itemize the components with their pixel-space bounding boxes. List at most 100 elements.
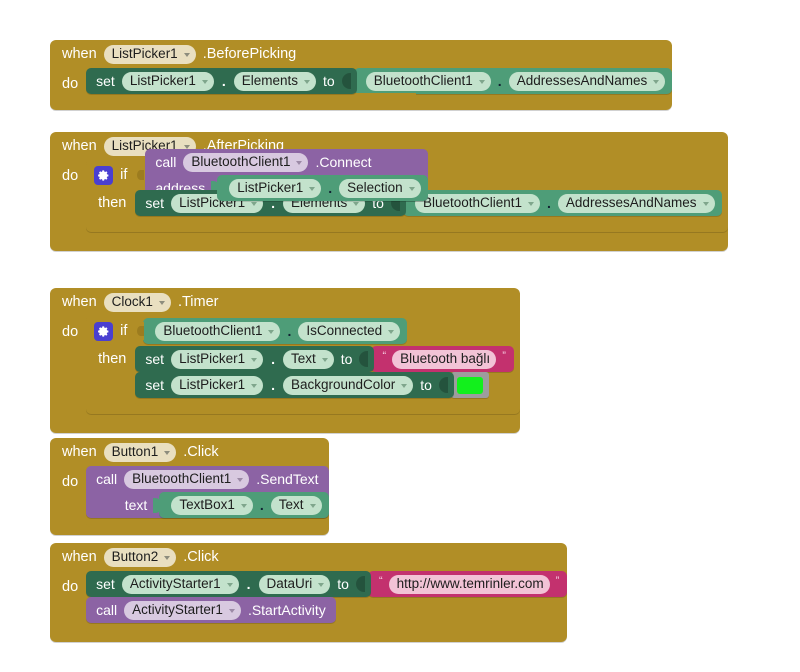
chevron-down-icon — [201, 79, 208, 84]
property-dropdown[interactable]: Elements — [233, 71, 317, 91]
when-keyword: when — [62, 548, 97, 565]
component-name: Button1 — [111, 444, 159, 460]
chevron-down-icon — [408, 186, 415, 191]
component-name: BluetoothClient1 — [373, 73, 473, 89]
chevron-down-icon — [318, 582, 325, 587]
event-name: .Timer — [177, 294, 219, 310]
do-keyword: do — [62, 76, 79, 92]
property-dropdown[interactable]: BackgroundColor — [282, 375, 414, 395]
property-dropdown[interactable]: AddressesAndNames — [557, 193, 715, 213]
component-dropdown[interactable]: Clock1 — [103, 292, 171, 312]
event-block[interactable]: when Clock1 .Timer do if BluetoothClient… — [50, 288, 520, 433]
chevron-down-icon — [478, 79, 485, 84]
property-dropdown[interactable]: Selection — [339, 178, 421, 198]
component-dropdown[interactable]: ListPicker1 — [121, 71, 214, 91]
component-dropdown[interactable]: Button2 — [103, 547, 177, 567]
do-keyword: do — [62, 168, 79, 184]
getter-block[interactable]: BluetoothClient1 . IsConnected — [143, 318, 408, 344]
component-dropdown[interactable]: TextBox1 — [171, 495, 253, 515]
block-listpicker1-afterpicking[interactable]: when ListPicker1 .AfterPicking do if cal… — [50, 132, 728, 251]
property-dropdown[interactable]: Text — [282, 349, 334, 369]
event-block[interactable]: when ListPicker1 .AfterPicking do if cal… — [50, 132, 728, 251]
getter-block[interactable]: ListPicker1 . Selection — [217, 175, 428, 201]
event-body: do if — [50, 316, 520, 433]
statement-stack: if call BluetoothClient1 .Connect addres… — [86, 149, 728, 243]
string-value-field[interactable]: Bluetooth bağlı — [392, 349, 497, 369]
if-keyword: if — [120, 167, 128, 183]
property-name: Text — [290, 351, 316, 367]
component-dropdown[interactable]: ActivityStarter1 — [124, 600, 241, 620]
to-keyword: to — [323, 73, 335, 89]
statement-stack-foot — [86, 413, 282, 425]
property-name: DataUri — [266, 576, 313, 592]
getter-block[interactable]: TextBox1 . Text — [159, 492, 329, 518]
string-value-field[interactable]: http://www.temrinler.com — [388, 574, 550, 594]
block-clock1-timer[interactable]: when Clock1 .Timer do if BluetoothClient… — [50, 288, 520, 433]
component-name: BluetoothClient1 — [163, 323, 263, 339]
setter-block[interactable]: set ListPicker1 . Text to — [135, 346, 375, 372]
statement-row: set ListPicker1 . BackgroundColor to — [135, 372, 489, 398]
statement-stack: call BluetoothClient1 .SendText text Tex… — [86, 466, 329, 527]
property-dropdown[interactable]: AddressesAndNames — [508, 71, 666, 91]
value-socket — [341, 73, 351, 89]
set-keyword: set — [145, 377, 165, 393]
component-dropdown[interactable]: BluetoothClient1 — [155, 321, 281, 341]
component-dropdown[interactable]: ListPicker1 — [103, 44, 196, 64]
component-dropdown[interactable]: BluetoothClient1 — [365, 71, 491, 91]
if-then-block[interactable]: if BluetoothClient1 . IsConnected then s… — [86, 316, 520, 414]
if-keyword: if — [120, 323, 128, 339]
component-dropdown[interactable]: ListPicker1 — [171, 349, 264, 369]
chevron-down-icon — [251, 201, 258, 206]
setter-block[interactable]: set ListPicker1 . Elements to — [86, 68, 357, 94]
event-body: do call BluetoothClient1 .SendText text … — [50, 466, 329, 535]
text-string-block[interactable]: “ http://www.temrinler.com ” — [367, 571, 568, 597]
component-dropdown[interactable]: Button1 — [103, 442, 177, 462]
chevron-down-icon — [309, 186, 316, 191]
block-button2-click[interactable]: when Button2 .Click do set ActivityStart… — [50, 543, 568, 642]
chevron-down-icon — [183, 144, 190, 149]
component-dropdown[interactable]: ListPicker1 — [229, 178, 322, 198]
if-then-block[interactable]: if call BluetoothClient1 .Connect addres… — [86, 149, 728, 232]
color-swatch[interactable] — [456, 376, 483, 394]
property-dropdown[interactable]: DataUri — [258, 574, 331, 594]
component-dropdown[interactable]: BluetoothClient1 — [414, 193, 541, 213]
gear-icon[interactable] — [94, 165, 114, 185]
when-keyword: when — [62, 137, 97, 154]
event-body: do set ListPicker1 . Elements to Bluetoo… — [50, 68, 673, 110]
component-dropdown[interactable]: ActivityStarter1 — [121, 574, 239, 594]
close-quote: ” — [502, 350, 506, 362]
component-dropdown[interactable]: BluetoothClient1 — [124, 469, 250, 489]
event-block[interactable]: when ListPicker1 .BeforePicking do set L… — [50, 40, 673, 110]
event-name: .Click — [183, 549, 219, 565]
then-stack-foot — [135, 398, 348, 406]
caller-block[interactable]: call ActivityStarter1 .StartActivity — [86, 597, 336, 623]
text-string-block[interactable]: “ Bluetooth bağlı ” — [371, 346, 514, 372]
block-button1-click[interactable]: when Button1 .Click do call BluetoothCli… — [50, 438, 329, 535]
blocks-workspace-canvas[interactable]: when ListPicker1 .BeforePicking do set L… — [0, 0, 800, 672]
property-dropdown[interactable]: IsConnected — [298, 321, 401, 341]
property-dropdown[interactable]: Text — [270, 495, 322, 515]
setter-block[interactable]: set ListPicker1 . BackgroundColor to — [135, 372, 454, 398]
component-dropdown[interactable]: BluetoothClient1 — [183, 152, 309, 172]
chevron-down-icon — [702, 201, 709, 206]
set-keyword: set — [96, 73, 115, 89]
caller-block[interactable]: call BluetoothClient1 .SendText text Tex… — [86, 466, 329, 518]
color-swatch-block[interactable] — [450, 372, 489, 398]
then-row: then set ListPicker1 . Text to “ Bluetoo… — [86, 346, 520, 406]
getter-block[interactable]: BluetoothClient1 . AddressesAndNames — [353, 68, 673, 94]
component-dropdown[interactable]: ListPicker1 — [171, 375, 264, 395]
event-block[interactable]: when Button2 .Click do set ActivityStart… — [50, 543, 568, 642]
to-keyword: to — [420, 377, 432, 393]
gear-icon[interactable] — [94, 321, 114, 341]
chevron-down-icon — [164, 555, 171, 560]
setter-block[interactable]: set ActivityStarter1 . DataUri to — [86, 571, 371, 597]
event-header: when Button2 .Click — [50, 543, 567, 571]
property-name: BackgroundColor — [290, 377, 396, 393]
event-block[interactable]: when Button1 .Click do call BluetoothCli… — [50, 438, 329, 535]
chevron-down-icon — [228, 608, 235, 613]
when-keyword: when — [62, 45, 97, 62]
getter-block[interactable]: BluetoothClient1 . AddressesAndNames — [402, 190, 722, 216]
then-stack-foot — [135, 216, 336, 224]
event-name: .BeforePicking — [202, 46, 297, 62]
block-listpicker1-beforepicking[interactable]: when ListPicker1 .BeforePicking do set L… — [50, 40, 673, 110]
